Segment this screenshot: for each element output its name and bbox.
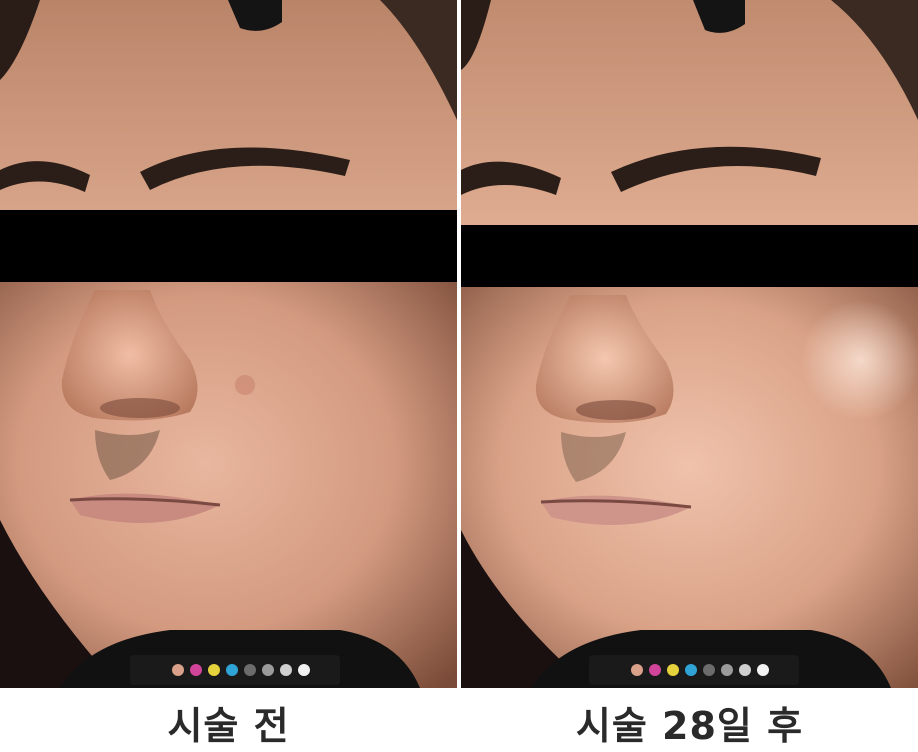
- face-region: [0, 280, 457, 688]
- before-caption: 시술 전: [167, 704, 290, 748]
- after-photo: [461, 0, 918, 688]
- forehead-region: [461, 0, 918, 225]
- before-face-illustration: [0, 0, 457, 688]
- before-photo: [0, 0, 457, 688]
- eye-censor-bar: [0, 210, 457, 282]
- after-caption: 시술 28일 후: [575, 704, 804, 748]
- after-face-illustration: [461, 0, 918, 688]
- eye-censor-bar: [461, 225, 918, 287]
